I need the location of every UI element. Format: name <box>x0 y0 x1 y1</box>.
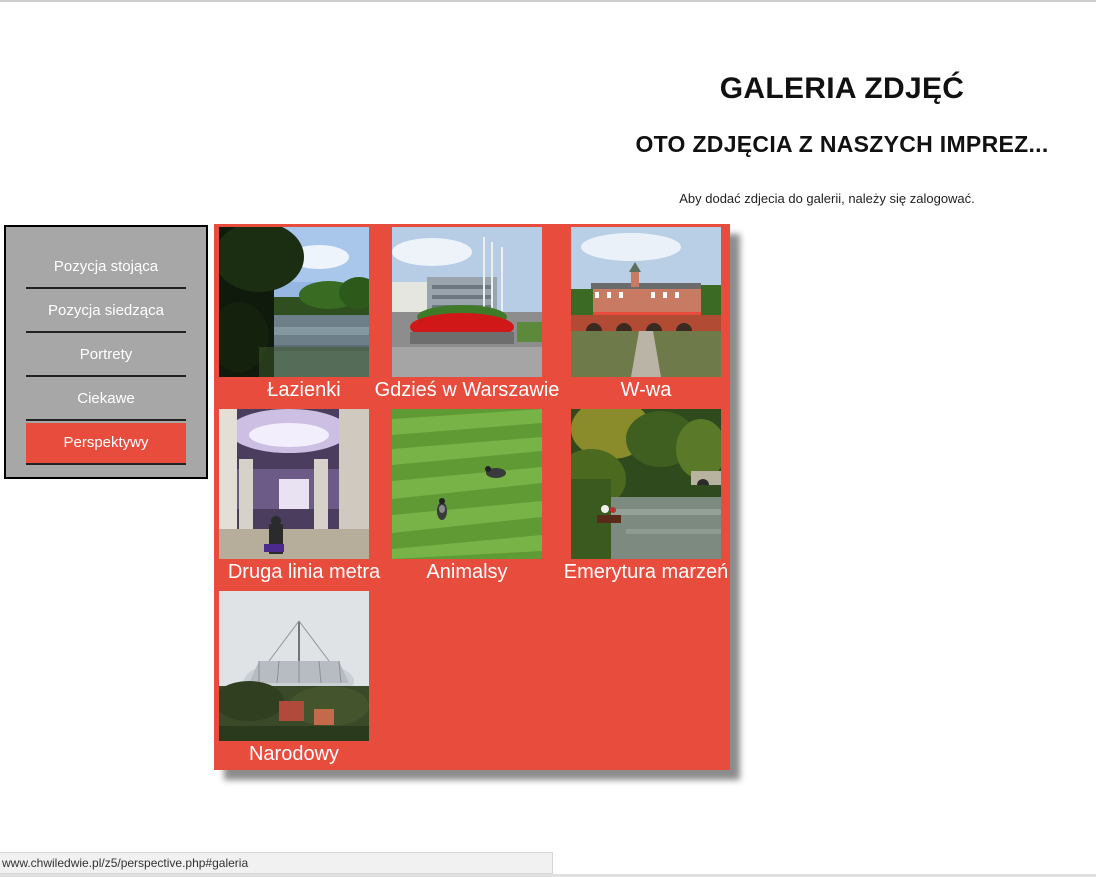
city-flowerbed-photo[interactable] <box>392 227 542 377</box>
browser-status-bar: www.chwiledwie.pl/z5/perspective.php#gal… <box>0 852 553 874</box>
menu-item-pozycja-siedzaca[interactable]: Pozycja siedząca <box>26 291 186 333</box>
metro-station-photo[interactable] <box>219 409 369 559</box>
menu-item-portrety[interactable]: Portrety <box>26 335 186 377</box>
gallery-item-narodowy[interactable]: Narodowy <box>219 588 389 768</box>
gallery-item-gdzies-w-warszawie[interactable]: Gdzieś w Warszawie <box>375 224 562 404</box>
gallery-item-lazienki[interactable]: Łazienki <box>219 224 389 404</box>
browser-top-border <box>0 0 1096 2</box>
page-header: GALERIA ZDJĘĆ OTO ZDJĘCIA Z NASZYCH IMPR… <box>588 72 1096 158</box>
gallery-caption: Emerytura marzeń <box>563 561 729 583</box>
menu-item-ciekawe[interactable]: Ciekawe <box>26 379 186 421</box>
birds-on-grass-photo[interactable] <box>392 409 542 559</box>
category-sidebar: Pozycja stojąca Pozycja siedząca Portret… <box>4 225 208 479</box>
gallery-item-animalsy[interactable]: Animalsy <box>392 406 562 586</box>
gallery-item-emerytura-marzen[interactable]: Emerytura marzeń <box>564 406 741 586</box>
gallery-caption: Gdzieś w Warszawie <box>374 379 560 401</box>
page-title: GALERIA ZDJĘĆ <box>719 72 965 105</box>
gallery-item-w-wa[interactable]: W-wa <box>571 224 741 404</box>
login-note: Aby dodać zdjecia do galerii, należy się… <box>679 191 975 206</box>
gallery-caption: Narodowy <box>248 743 340 765</box>
menu-item-pozycja-stojaca[interactable]: Pozycja stojąca <box>26 247 186 289</box>
gallery-caption: Animalsy <box>426 561 508 583</box>
category-menu: Pozycja stojąca Pozycja siedząca Portret… <box>26 247 186 467</box>
river-boat-photo[interactable] <box>571 409 721 559</box>
menu-item-perspektywy[interactable]: Perspektywy <box>26 423 186 465</box>
lake-park-photo[interactable] <box>219 227 369 377</box>
gallery-item-druga-linia-metra[interactable]: Druga linia metra <box>219 406 389 586</box>
page-subtitle: OTO ZDJĘCIA Z NASZYCH IMPREZ... <box>635 131 1049 157</box>
royal-castle-photo[interactable] <box>571 227 721 377</box>
photo-gallery: Łazienki Gdzieś w Warszawie W-wa Druga l… <box>214 224 730 770</box>
national-stadium-photo[interactable] <box>219 591 369 741</box>
gallery-caption: W-wa <box>620 379 672 401</box>
